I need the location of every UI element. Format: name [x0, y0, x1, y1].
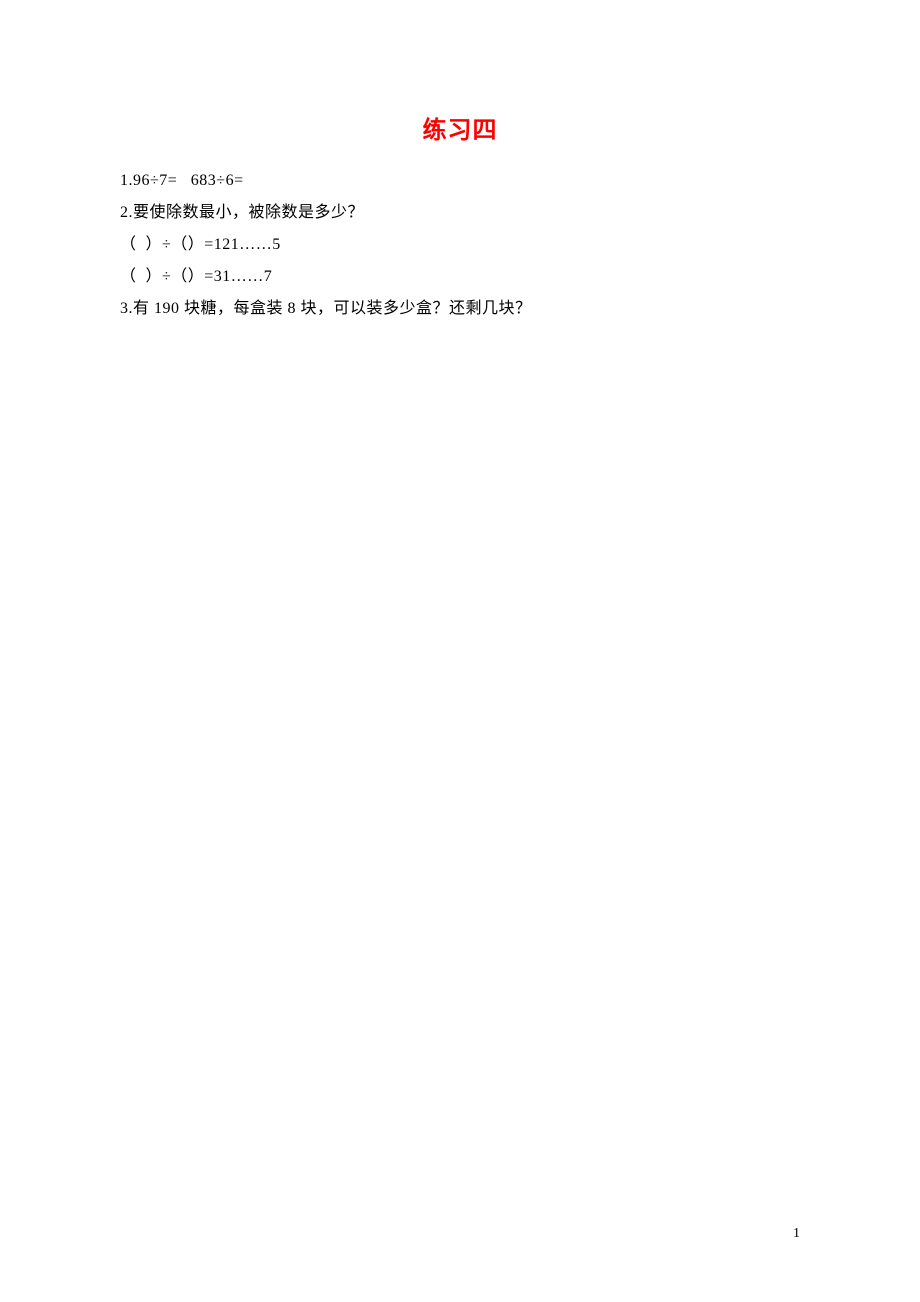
question-2b: （ ）÷（）=31……7	[120, 261, 800, 293]
page-number: 1	[793, 1226, 800, 1242]
document-page: 练习四 1.96÷7= 683÷6= 2.要使除数最小，被除数是多少？ （ ）÷…	[0, 0, 920, 325]
question-3: 3.有 190 块糖，每盒装 8 块，可以装多少盒？还剩几块？	[120, 293, 800, 325]
page-title: 练习四	[120, 110, 800, 145]
question-2: 2.要使除数最小，被除数是多少？	[120, 197, 800, 229]
question-1: 1.96÷7= 683÷6=	[120, 165, 800, 197]
question-2a: （ ）÷（）=121……5	[120, 229, 800, 261]
